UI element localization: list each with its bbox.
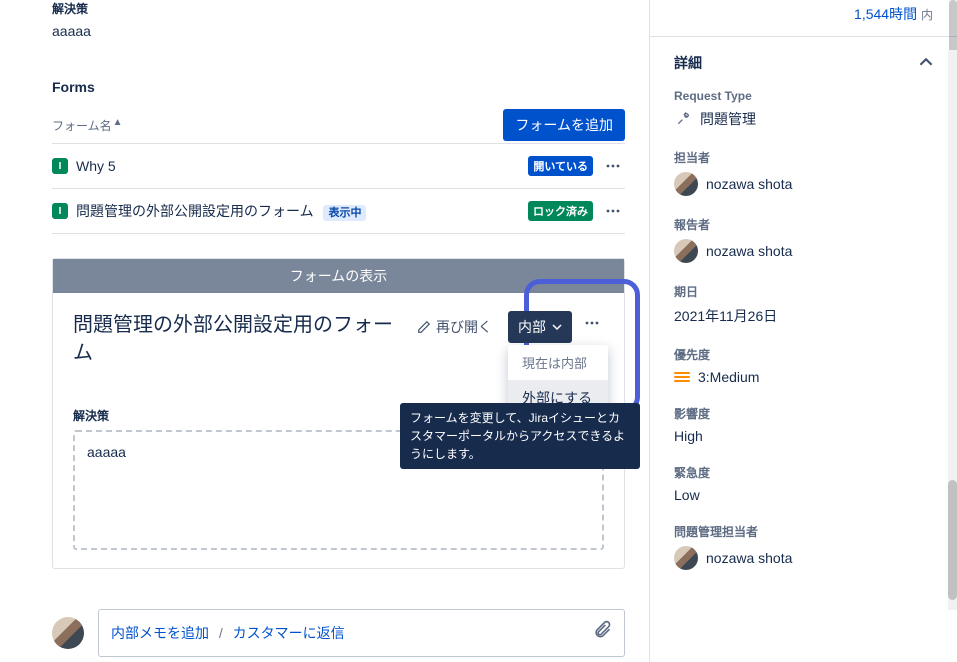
wrench-icon: [674, 110, 692, 128]
form-row-name: 問題管理の外部公開設定用のフォーム 表示中: [76, 201, 520, 221]
priority-medium-icon: [674, 369, 690, 385]
ellipsis-icon: [605, 158, 621, 174]
details-sidebar: 1,544時間 内 詳細 Request Type 問題管理: [649, 0, 957, 662]
sla-block: 1,544時間 内: [650, 0, 957, 36]
form-display-header: フォームの表示: [53, 259, 624, 293]
assignee-value[interactable]: nozawa shota: [674, 172, 933, 196]
form-icon: I: [52, 203, 68, 219]
reporter-value[interactable]: nozawa shota: [674, 239, 933, 263]
status-badge: 開いている: [528, 156, 593, 176]
request-type-label: Request Type: [674, 89, 933, 103]
comment-input[interactable]: 内部メモを追加 / カスタマーに返信: [98, 609, 625, 657]
pencil-icon: [417, 320, 431, 334]
main-content: 解決策 aaaaa Forms フォーム名▲ フォームを追加 I Why 5 開…: [0, 0, 649, 662]
priority-label: 優先度: [674, 346, 933, 363]
resolution-value: aaaaa: [52, 23, 625, 39]
visibility-tooltip: フォームを変更して、Jiraイシューとカスタマーポータルからアクセスできるように…: [400, 403, 640, 469]
problem-manager-value[interactable]: nozawa shota: [674, 546, 933, 570]
form-icon: I: [52, 158, 68, 174]
form-more-icon[interactable]: [580, 311, 604, 338]
more-icon[interactable]: [601, 154, 625, 178]
more-icon[interactable]: [601, 199, 625, 223]
reporter-label: 報告者: [674, 216, 933, 233]
attachment-icon[interactable]: [592, 620, 612, 646]
impact-value[interactable]: High: [674, 428, 933, 444]
reply-customer-link[interactable]: カスタマーに返信: [233, 625, 345, 641]
form-title: 問題管理の外部公開設定用のフォーム: [73, 311, 401, 367]
reopen-button[interactable]: 再び開く: [409, 311, 500, 343]
status-badge: ロック済み: [528, 201, 593, 221]
form-row-name: Why 5: [76, 158, 520, 174]
page-scrollbar[interactable]: [948, 50, 957, 610]
avatar: [674, 546, 698, 570]
priority-value[interactable]: 3:Medium: [674, 369, 933, 385]
add-form-button[interactable]: フォームを追加: [503, 109, 625, 141]
request-type-value[interactable]: 問題管理: [674, 109, 933, 129]
chevron-up-icon: [919, 55, 933, 72]
forms-heading: Forms: [52, 79, 625, 95]
visibility-dropdown[interactable]: 内部 現在は内部 外部にする: [508, 311, 572, 343]
due-date-label: 期日: [674, 283, 933, 300]
sla-value[interactable]: 1,544時間: [854, 6, 917, 22]
visibility-button[interactable]: 内部: [508, 311, 572, 343]
details-header[interactable]: 詳細: [650, 37, 957, 89]
avatar: [674, 172, 698, 196]
ellipsis-icon: [605, 203, 621, 219]
avatar: [674, 239, 698, 263]
showing-badge: 表示中: [323, 205, 366, 221]
form-row[interactable]: I 問題管理の外部公開設定用のフォーム 表示中 ロック済み: [52, 189, 625, 234]
sort-asc-icon: ▲: [113, 117, 123, 128]
urgency-value[interactable]: Low: [674, 487, 933, 503]
resolution-label: 解決策: [52, 0, 625, 17]
ellipsis-icon: [584, 315, 600, 331]
avatar: [52, 617, 84, 649]
assignee-label: 担当者: [674, 149, 933, 166]
add-internal-note-link[interactable]: 内部メモを追加: [111, 625, 209, 641]
form-row[interactable]: I Why 5 開いている: [52, 144, 625, 189]
urgency-label: 緊急度: [674, 464, 933, 481]
form-display-panel: フォームの表示 問題管理の外部公開設定用のフォーム 再び開く 内部: [52, 258, 625, 569]
impact-label: 影響度: [674, 405, 933, 422]
due-date-value[interactable]: 2021年11月26日: [674, 306, 933, 326]
paperclip-icon: [592, 620, 612, 640]
form-name-col-header[interactable]: フォーム名▲: [52, 117, 123, 134]
problem-manager-label: 問題管理担当者: [674, 523, 933, 540]
menu-current-state: 現在は内部: [508, 345, 608, 380]
chevron-down-icon: [552, 322, 562, 332]
